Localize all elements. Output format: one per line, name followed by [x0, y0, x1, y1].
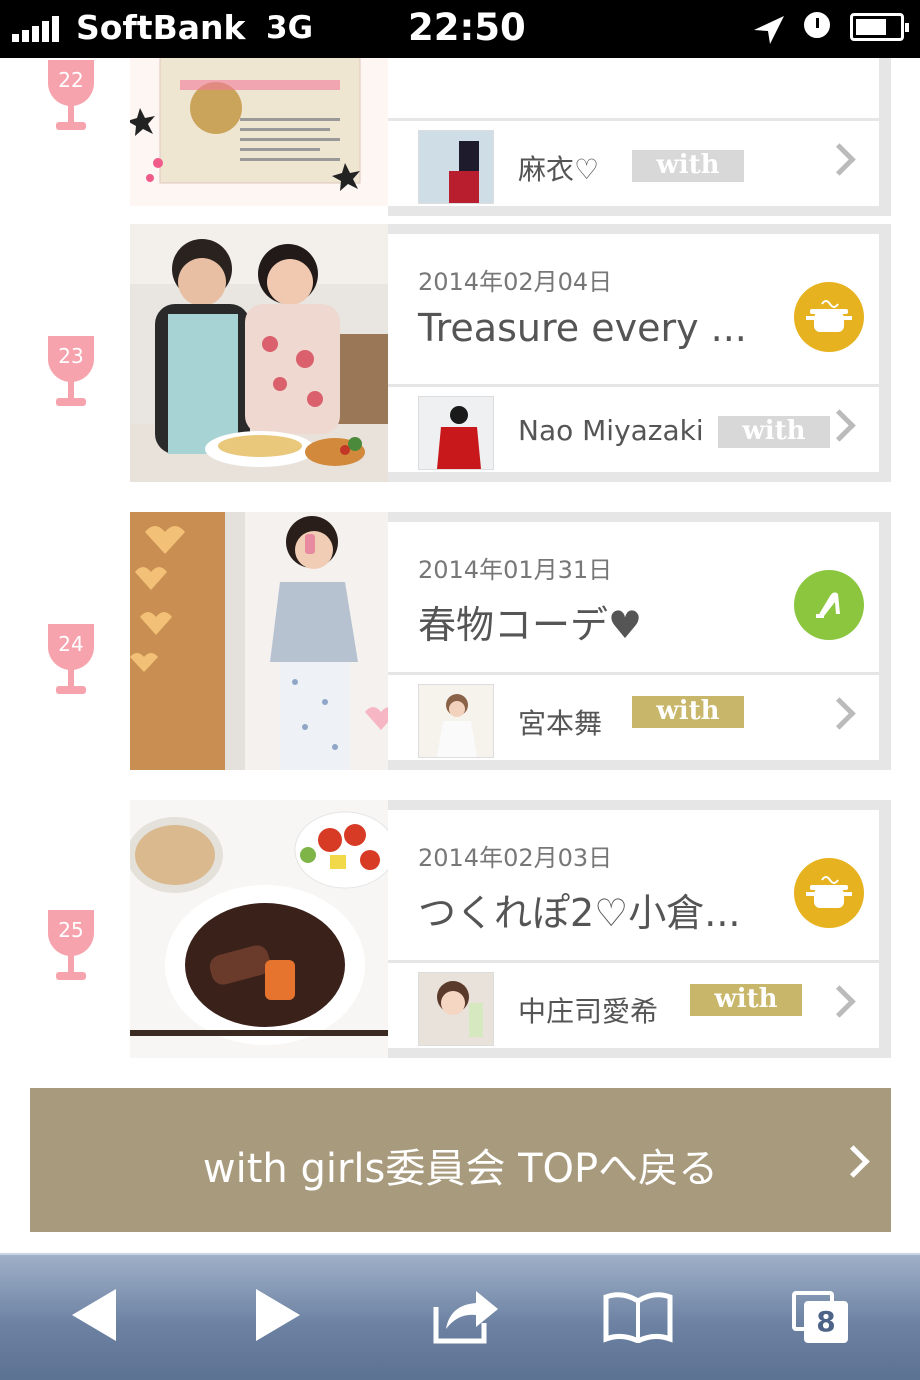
user-name: 麻衣♡ [518, 153, 600, 186]
entry-date: 2014年01月31日 [418, 556, 613, 584]
entry-card[interactable]: 2014年02月03日 つくれぽ2♡小倉... 中庄司愛希 with [388, 800, 891, 1058]
user-name: 中庄司愛希 [518, 995, 659, 1028]
entry-photo[interactable] [130, 224, 388, 482]
with-tag: with [690, 984, 802, 1016]
entry-photo[interactable] [130, 512, 388, 770]
entry-title: Treasure every ... [418, 306, 747, 350]
user-name: 宮本舞 [518, 707, 603, 740]
cooking-pot-icon [794, 282, 864, 352]
rank-trophy: 23 [48, 336, 94, 418]
cooking-pot-icon [794, 858, 864, 928]
browser-toolbar: 8 [0, 1253, 920, 1380]
entry-card[interactable]: 2014年01月31日 春物コーデ♥ 宮本舞 with [388, 512, 891, 770]
entry-photo[interactable] [130, 800, 388, 1058]
rank-trophy: 24 [48, 624, 94, 706]
bookmarks-icon[interactable] [602, 1291, 674, 1343]
with-tag: with [632, 150, 744, 182]
high-heel-icon [794, 570, 864, 640]
chevron-right-icon [823, 985, 856, 1018]
entry-photo[interactable] [130, 58, 388, 226]
entry-card[interactable]: 2014年02月04日 Treasure every ... Nao Miyaz… [388, 224, 891, 482]
rank-trophy: 25 [48, 910, 94, 992]
user-avatar [418, 972, 494, 1046]
back-arrow-icon[interactable] [70, 1287, 118, 1343]
with-tag: with [718, 416, 830, 448]
alarm-clock-icon [804, 12, 830, 38]
rank-trophy: 22 [48, 60, 94, 142]
user-avatar [418, 684, 494, 758]
share-icon[interactable] [432, 1283, 502, 1345]
ranking-list: 22 麻衣♡ with 23 2014年02月04日 Treasure ever… [0, 58, 920, 1253]
carrier-name: SoftBank [76, 8, 246, 47]
entry-date: 2014年02月03日 [418, 844, 613, 872]
location-arrow-icon [754, 16, 784, 44]
back-to-top-label: with girls委員会 TOPへ戻る [202, 1146, 719, 1192]
user-name: Nao Miyazaki [518, 414, 704, 447]
entry-title: つくれぽ2♡小倉... [418, 891, 741, 935]
with-tag: with [632, 696, 744, 728]
tabs-button[interactable]: 8 [792, 1291, 848, 1343]
chevron-right-icon [823, 143, 856, 176]
status-time: 22:50 [408, 6, 526, 49]
forward-arrow-icon[interactable] [254, 1287, 302, 1343]
entry-title: 春物コーデ♥ [418, 603, 643, 647]
network-type: 3G [266, 10, 314, 46]
chevron-right-icon [823, 697, 856, 730]
entry-date: 2014年02月04日 [418, 268, 613, 296]
back-to-top-button[interactable]: with girls委員会 TOPへ戻る [30, 1088, 891, 1232]
tab-count: 8 [804, 1301, 848, 1343]
user-avatar [418, 130, 494, 204]
status-bar: SoftBank 3G 22:50 [0, 0, 920, 58]
battery-icon [850, 13, 909, 41]
user-avatar [418, 396, 494, 470]
entry-card[interactable]: 麻衣♡ with [388, 58, 891, 216]
